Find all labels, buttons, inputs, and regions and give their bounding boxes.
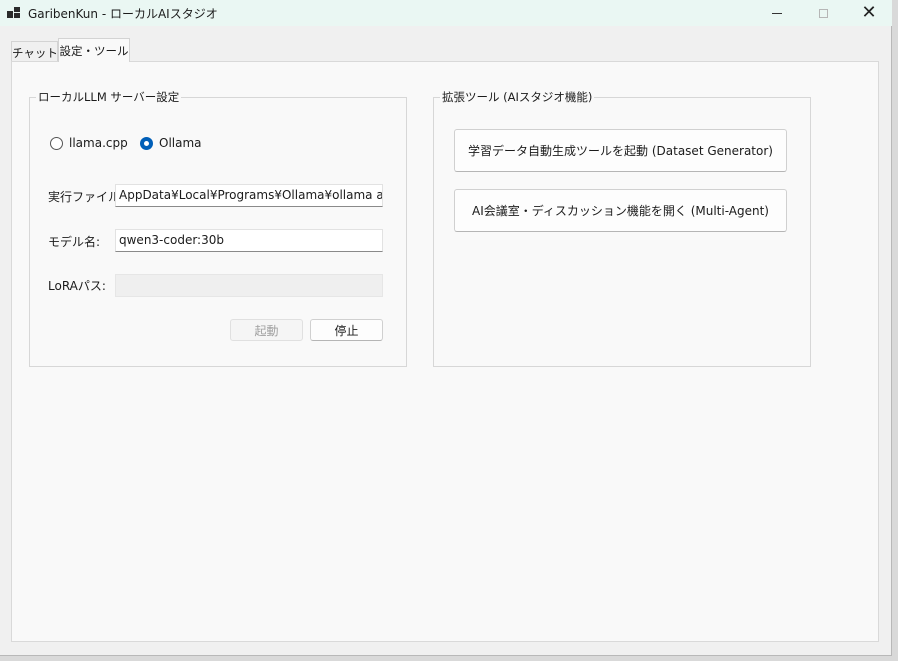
radio-ollama-label: Ollama <box>159 136 202 150</box>
maximize-icon <box>818 8 828 18</box>
radio-unchecked-icon <box>50 136 63 150</box>
tools-group-title: 拡張ツール (AIスタジオ機能) <box>440 89 595 105</box>
open-multi-agent-button[interactable]: AI会議室・ディスカッション機能を開く (Multi-Agent) <box>454 189 787 232</box>
tab-chat[interactable]: チャット <box>11 41 58 61</box>
minimize-icon <box>772 12 782 14</box>
tab-settings-tools[interactable]: 設定・ツール <box>58 38 130 62</box>
window-title: GaribenKun - ローカルAIスタジオ <box>28 7 218 21</box>
launch-dataset-generator-button[interactable]: 学習データ自動生成ツールを起動 (Dataset Generator) <box>454 129 787 172</box>
maximize-button[interactable] <box>800 0 846 26</box>
close-button[interactable]: ✕ <box>846 0 892 26</box>
app-window: GaribenKun - ローカルAIスタジオ ✕ チャット 設定・ツール ロー… <box>0 0 892 656</box>
exe-path-input[interactable]: AppData¥Local¥Programs¥Ollama¥ollama app… <box>115 184 383 207</box>
radio-llama-cpp-label: llama.cpp <box>69 136 128 150</box>
lora-path-input <box>115 274 383 297</box>
model-name-input[interactable]: qwen3-coder:30b <box>115 229 383 252</box>
start-server-button: 起動 <box>230 319 303 341</box>
llm-group-title: ローカルLLM サーバー設定 <box>36 89 182 105</box>
title-bar[interactable]: GaribenKun - ローカルAIスタジオ ✕ <box>0 0 892 26</box>
minimize-button[interactable] <box>754 0 800 26</box>
close-icon: ✕ <box>861 2 877 23</box>
app-icon <box>7 6 21 20</box>
model-name-label: モデル名: <box>48 235 101 249</box>
radio-llama-cpp[interactable]: llama.cpp <box>50 136 128 150</box>
lora-path-label: LoRAパス: <box>48 279 106 293</box>
radio-checked-icon <box>140 136 153 150</box>
stop-server-button[interactable]: 停止 <box>310 319 383 341</box>
exe-path-label: 実行ファイル: <box>48 190 125 204</box>
radio-ollama[interactable]: Ollama <box>140 136 202 150</box>
